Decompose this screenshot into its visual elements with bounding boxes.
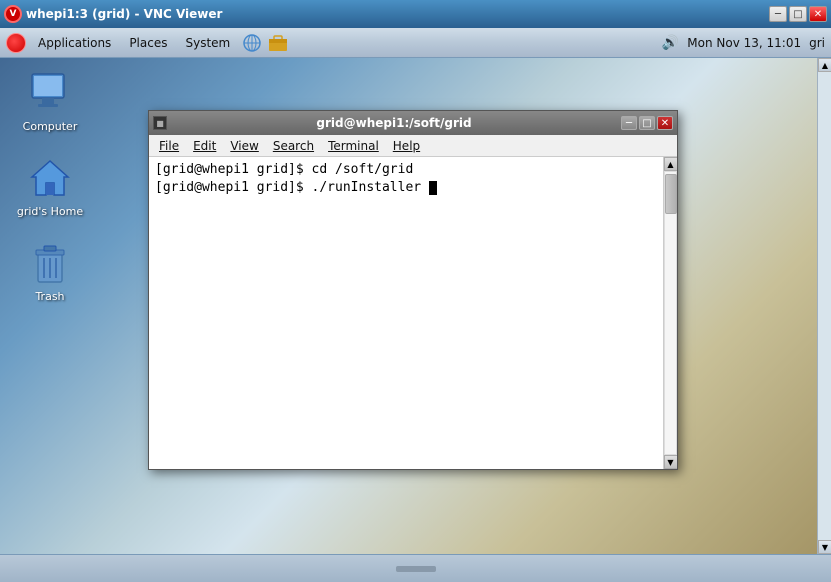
terminal-cursor [429, 181, 437, 195]
computer-icon-item[interactable]: Computer [10, 68, 90, 133]
terminal-close-button[interactable]: ✕ [657, 116, 673, 130]
desktop-scroll-track [818, 72, 831, 540]
computer-label: Computer [23, 120, 78, 133]
vnc-window-controls[interactable]: ─ □ ✕ [769, 6, 827, 22]
terminal-minimize-button[interactable]: ─ [621, 116, 637, 130]
app-menubar: Applications Places System 🔊 Mon Nov 13,… [0, 28, 831, 58]
terminal-title: grid@whepi1:/soft/grid [171, 116, 617, 130]
terminal-icon: ■ [153, 116, 167, 130]
home-icon [26, 153, 74, 201]
computer-icon [26, 68, 74, 116]
network-icon [242, 33, 262, 53]
vnc-close-button[interactable]: ✕ [809, 6, 827, 22]
vnc-title-text: whepi1:3 (grid) - VNC Viewer [26, 7, 222, 21]
vnc-minimize-button[interactable]: ─ [769, 6, 787, 22]
vnc-maximize-button[interactable]: □ [789, 6, 807, 22]
terminal-line-2: [grid@whepi1 grid]$ ./runInstaller [155, 179, 657, 197]
distro-logo-icon [6, 33, 26, 53]
terminal-scrollbar[interactable]: ▲ ▼ [663, 157, 677, 469]
search-menu[interactable]: Search [267, 137, 320, 155]
vnc-titlebar: V whepi1:3 (grid) - VNC Viewer ─ □ ✕ [0, 0, 831, 28]
view-menu[interactable]: View [224, 137, 264, 155]
file-menu[interactable]: File [153, 137, 185, 155]
trash-icon [26, 238, 74, 286]
desktop-scroll-down[interactable]: ▼ [818, 540, 831, 554]
terminal-content[interactable]: [grid@whepi1 grid]$ cd /soft/grid [grid@… [149, 157, 663, 469]
taskbar-handle [396, 566, 436, 572]
scroll-down-arrow[interactable]: ▼ [664, 455, 678, 469]
datetime-display: Mon Nov 13, 11:01 [687, 36, 801, 50]
scroll-thumb[interactable] [665, 174, 677, 214]
edit-menu[interactable]: Edit [187, 137, 222, 155]
desktop-scrollbar[interactable]: ▲ ▼ [817, 58, 831, 554]
scroll-up-arrow[interactable]: ▲ [664, 157, 678, 171]
terminal-window: ■ grid@whepi1:/soft/grid ─ □ ✕ File Edit… [148, 110, 678, 470]
terminal-maximize-button[interactable]: □ [639, 116, 655, 130]
user-display: gri [809, 36, 825, 50]
vnc-logo-icon: V [4, 5, 22, 23]
desktop-scroll-up[interactable]: ▲ [818, 58, 831, 72]
vnc-title-area: V whepi1:3 (grid) - VNC Viewer [4, 5, 769, 23]
terminal-menubar: File Edit View Search Terminal Help [149, 135, 677, 157]
terminal-body: [grid@whepi1 grid]$ cd /soft/grid [grid@… [149, 157, 677, 469]
terminal-controls[interactable]: ─ □ ✕ [621, 116, 673, 130]
terminal-line-1: [grid@whepi1 grid]$ cd /soft/grid [155, 161, 657, 179]
trash-icon-item[interactable]: Trash [10, 238, 90, 303]
applications-menu[interactable]: Applications [32, 34, 117, 52]
desktop-icons-area: Computer grid's Home [0, 58, 120, 333]
home-label: grid's Home [17, 205, 83, 218]
system-menu[interactable]: System [179, 34, 236, 52]
help-menu[interactable]: Help [387, 137, 426, 155]
speaker-icon: 🔊 [662, 35, 679, 51]
desktop: V whepi1:3 (grid) - VNC Viewer ─ □ ✕ App… [0, 0, 831, 582]
taskbar-right: 🔊 Mon Nov 13, 11:01 gri [662, 35, 825, 51]
terminal-titlebar: ■ grid@whepi1:/soft/grid ─ □ ✕ [149, 111, 677, 135]
places-menu[interactable]: Places [123, 34, 173, 52]
terminal-menu[interactable]: Terminal [322, 137, 385, 155]
briefcase-icon [268, 33, 288, 53]
trash-label: Trash [35, 290, 64, 303]
home-icon-item[interactable]: grid's Home [10, 153, 90, 218]
scroll-track[interactable] [664, 171, 677, 455]
taskbar-bottom [0, 554, 831, 582]
